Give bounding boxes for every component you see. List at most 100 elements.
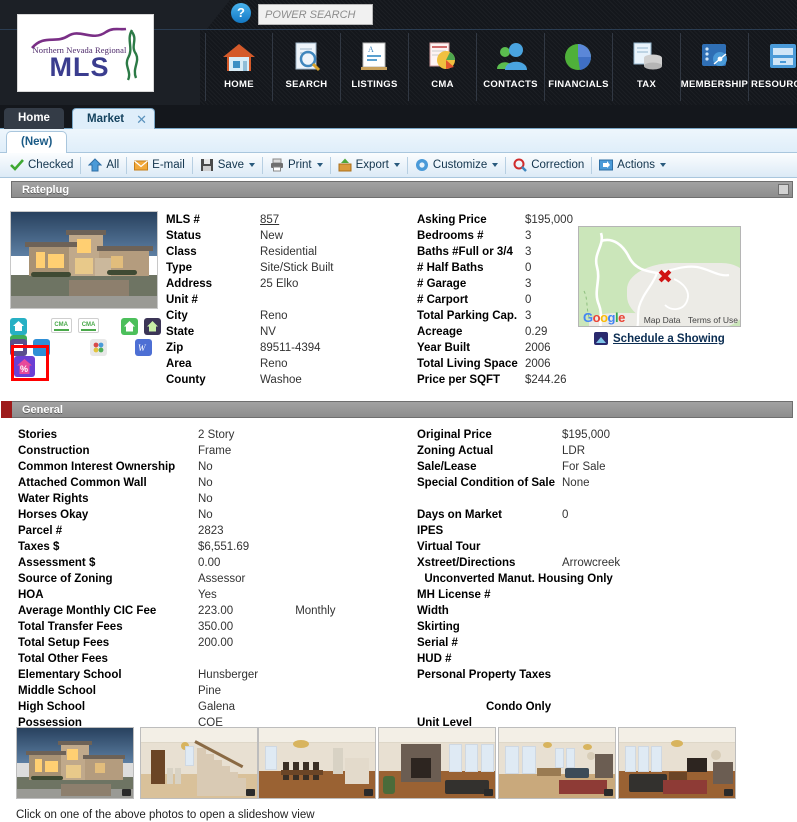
mls-number-link[interactable]: 857 — [260, 212, 279, 228]
window-arrow-icon — [599, 158, 614, 172]
nav-item-membership[interactable]: MEMBERSHIP — [681, 33, 749, 101]
field-value: Pine — [198, 685, 222, 697]
chevron-down-icon[interactable] — [393, 163, 400, 167]
field-value: Residential — [260, 246, 317, 258]
magnifier-red-icon — [513, 158, 528, 172]
field-row: # Garage 3 — [417, 276, 573, 292]
thumbnail-0[interactable] — [16, 727, 134, 799]
nav-item-cma[interactable]: CMA — [409, 33, 477, 101]
toolbar-actions-button[interactable]: Actions — [593, 155, 672, 176]
subtab-new[interactable]: (New) — [6, 131, 68, 153]
field-row: Total Other Fees — [18, 651, 335, 667]
nav-item-search[interactable]: SEARCH — [273, 33, 341, 101]
toolbar-save-button[interactable]: Save — [194, 155, 261, 176]
field-row: Area Reno — [166, 356, 334, 372]
field-label: Original Price — [417, 429, 492, 441]
help-icon[interactable]: ? — [231, 3, 251, 23]
toolbar-separator — [329, 156, 331, 174]
people-icon — [492, 38, 530, 76]
close-icon[interactable]: ✕ — [136, 110, 147, 130]
main-property-photo[interactable] — [10, 211, 158, 309]
svg-text:A: A — [368, 45, 374, 54]
toolbar-export-button[interactable]: Export — [332, 155, 406, 176]
chevron-down-icon[interactable] — [660, 163, 666, 167]
map-pin-badge-icon[interactable] — [10, 339, 27, 356]
field-label: Unit # — [166, 294, 198, 306]
field-value: No — [198, 493, 213, 505]
nav-item-financials[interactable]: FINANCIALS — [545, 33, 613, 101]
field-label: Total Parking Cap. — [417, 310, 518, 322]
field-label: Serial # — [417, 637, 458, 649]
general-right-fields: Original Price $195,000 Zoning Actual LDR … — [417, 427, 620, 731]
field-value: 89511-4394 — [260, 342, 321, 354]
field-value: Yes — [198, 589, 217, 601]
search-input[interactable] — [258, 4, 373, 25]
nav-item-resources[interactable]: RESOURCES — [749, 33, 797, 101]
section-collapse-button[interactable] — [778, 184, 789, 195]
toolbar-checked-button[interactable]: Checked — [4, 155, 79, 176]
field-label: Total Setup Fees — [18, 637, 110, 649]
field-label: Type — [166, 262, 192, 274]
svg-text:W: W — [138, 343, 147, 353]
field-value: 0 — [525, 294, 532, 306]
red-x-marker: ✖ — [657, 266, 673, 288]
nav-item-tax[interactable]: TAX — [613, 33, 681, 101]
section-header-general: General — [1, 401, 793, 418]
nav-item-home[interactable]: HOME — [205, 33, 273, 101]
dark-house-icon[interactable] — [144, 318, 162, 335]
chevron-down-icon[interactable] — [492, 163, 499, 167]
field-label: Width — [417, 605, 449, 617]
color-wheel-icon[interactable] — [90, 339, 108, 356]
camera-badge-icon — [246, 789, 255, 796]
cma-report-icon[interactable] — [50, 318, 72, 333]
toolbar-customize-button[interactable]: Customize — [409, 155, 504, 176]
field-value: 2006 — [525, 342, 551, 354]
nav-label: SEARCH — [285, 79, 328, 90]
field-label: # Half Baths — [417, 262, 484, 274]
field-label: State — [166, 326, 195, 338]
tab-home[interactable]: Home — [4, 108, 64, 129]
thumbnail-1[interactable] — [140, 727, 258, 799]
chevron-down-icon[interactable] — [316, 163, 323, 167]
photo-strip: Click on one of the above photos to open… — [0, 727, 797, 822]
field-label: Personal Property Taxes — [417, 669, 552, 681]
toolbar-email-button[interactable]: E-mail — [128, 155, 191, 176]
app-header: Northern Nevada Regional MLS ? HOME SEAR… — [0, 0, 797, 105]
map-thumbnail[interactable]: ✖ Google Map Data Terms of Use — [578, 226, 741, 327]
map-marker-icon[interactable] — [33, 339, 51, 356]
toolbar-correction-button[interactable]: Correction — [507, 155, 590, 176]
rateplug-percent-house-icon[interactable]: % — [14, 356, 35, 377]
listing-detail: $ W % MLS # — [0, 198, 797, 401]
field-row: Attached Common Wall No — [18, 475, 335, 491]
toolbar-print-button[interactable]: Print — [264, 155, 329, 176]
general-section: Stories 2 Story Construction Frame Common … — [0, 418, 797, 729]
thumbnail-4[interactable] — [498, 727, 616, 799]
field-label: Address — [166, 278, 213, 290]
green-house-icon[interactable] — [120, 318, 138, 335]
map-data-link[interactable]: Map Data — [644, 315, 681, 325]
thumbnail-3[interactable] — [378, 727, 496, 799]
field-row: Type Site/Stick Built — [166, 260, 334, 276]
field-row: Acreage 0.29 — [417, 324, 573, 340]
field-row: Days on Market 0 — [417, 507, 620, 523]
field-label: Sale/Lease — [417, 461, 477, 473]
thumbnail-2[interactable] — [258, 727, 376, 799]
camera-badge-icon — [724, 789, 733, 796]
schedule-showing-link[interactable]: Schedule a Showing — [594, 332, 725, 345]
tab-market[interactable]: Market ✕ — [72, 108, 156, 130]
toolbar-all-button[interactable]: All — [82, 155, 125, 176]
nav-item-listings[interactable]: A LISTINGS — [341, 33, 409, 101]
field-row: Average Monthly CIC Fee 223.00 Monthly — [18, 603, 335, 619]
nav-item-contacts[interactable]: CONTACTS — [477, 33, 545, 101]
thumbnail-5[interactable] — [618, 727, 736, 799]
field-label: Special Condition of Sale — [417, 477, 556, 489]
terms-of-use-link[interactable]: Terms of Use — [688, 315, 738, 325]
field-row: Xstreet/Directions Arrowcreek — [417, 555, 620, 571]
toolbar-label: E-mail — [152, 159, 185, 171]
virtual-tour-icon[interactable] — [10, 318, 27, 335]
field-label: Status — [166, 230, 202, 242]
chevron-down-icon[interactable] — [248, 163, 255, 167]
field-row: Total Parking Cap. 3 — [417, 308, 573, 324]
cma-report-alt-icon[interactable] — [78, 318, 100, 333]
mortgage-calculator-icon[interactable]: W — [134, 339, 152, 356]
